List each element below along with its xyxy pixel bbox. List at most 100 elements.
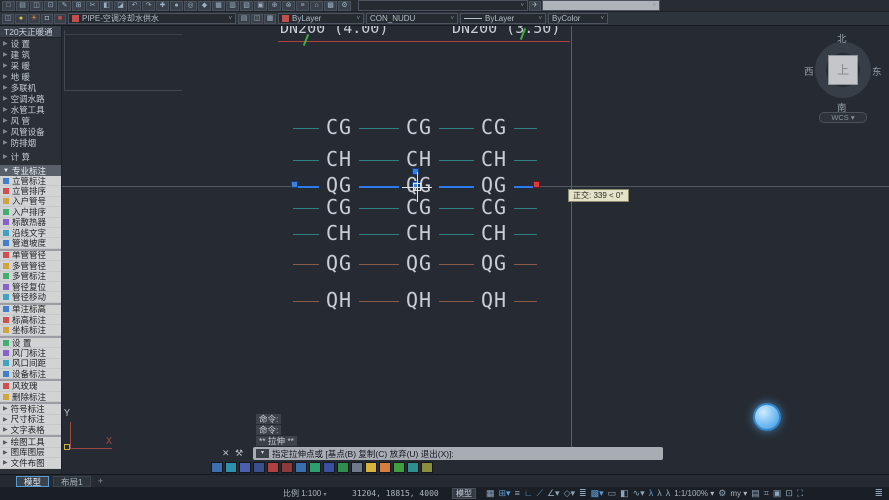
pipe-row[interactable]: CHCHCH: [293, 223, 537, 245]
layer-properties-icon[interactable]: ◫: [2, 14, 14, 24]
profile-menu[interactable]: my ▾: [730, 487, 747, 500]
drawing-canvas[interactable]: DN200 (4.00) DN200 (3.50) CGCGCGCHCHCHQG…: [62, 26, 889, 474]
layer-combo[interactable]: PIPE-空调冷却水供水 ˅: [68, 13, 236, 24]
annotation-scale-icon[interactable]: λ: [666, 487, 671, 500]
docked-tool-icon-15[interactable]: [421, 462, 433, 473]
commandline-customize-icon[interactable]: ⚒: [235, 448, 243, 458]
sidebar-subitem[interactable]: 风口间距: [0, 359, 61, 369]
scale-control[interactable]: 比例 1:100 ▾: [283, 487, 327, 500]
sun-icon[interactable]: ☀: [28, 14, 40, 24]
docked-tool-icon-14[interactable]: [407, 462, 419, 473]
ortho-icon[interactable]: ⟋: [537, 487, 543, 500]
sidebar-item-2[interactable]: ▶采 暖: [0, 60, 61, 71]
layer-states-icon[interactable]: ▦: [264, 14, 276, 24]
transparency-icon[interactable]: ◧: [620, 487, 629, 500]
wcs-dropdown[interactable]: WCS ▾: [819, 112, 867, 123]
pipe-row[interactable]: CGCGCG: [293, 117, 537, 139]
model-space-button[interactable]: 模型: [452, 488, 476, 499]
autoscale-icon[interactable]: λ: [657, 487, 662, 500]
viewcube-west[interactable]: 西: [804, 64, 814, 78]
layer-previous-icon[interactable]: ◫: [251, 14, 263, 24]
sidebar-subitem[interactable]: 多管标注: [0, 272, 61, 282]
sidebar-nav-item[interactable]: ▶文件布图: [0, 458, 61, 468]
zoom-realtime-icon[interactable]: ●: [170, 1, 183, 11]
undo-icon[interactable]: ↶: [128, 1, 141, 11]
lineweight-icon[interactable]: ▭: [608, 487, 617, 500]
docked-tool-icon-7[interactable]: [309, 462, 321, 473]
sidebar-subitem[interactable]: 入户排序: [0, 207, 61, 217]
sidebar-item-9[interactable]: ▶防排烟: [0, 137, 61, 148]
sidebar-item-6[interactable]: ▶水管工具: [0, 104, 61, 115]
viewcube-east[interactable]: 东: [872, 64, 882, 78]
otrack-icon[interactable]: ≣: [579, 487, 587, 500]
sidebar-subitem[interactable]: 立管排序: [0, 186, 61, 196]
sidebar-item-8[interactable]: ▶风管设备: [0, 126, 61, 137]
markup-icon[interactable]: ⊕: [268, 1, 281, 11]
docked-tool-icon-3[interactable]: [253, 462, 265, 473]
bulb-icon[interactable]: ●: [15, 14, 27, 24]
docked-tool-icon-6[interactable]: [295, 462, 307, 473]
pan-icon[interactable]: ✚: [156, 1, 169, 11]
sidebar-item-1[interactable]: ▶建 筑: [0, 49, 61, 60]
sidebar-nav-item[interactable]: ▶尺寸标注: [0, 415, 61, 425]
lineweight-combo[interactable]: ByLayer ˅: [460, 13, 546, 24]
sidebar-subitem[interactable]: 管道坡度: [0, 238, 61, 248]
floating-assistant-button[interactable]: [753, 403, 781, 431]
style-combo[interactable]: ˅: [358, 0, 528, 11]
sidebar-item-7[interactable]: ▶风 管: [0, 115, 61, 126]
docked-tool-icon-4[interactable]: [267, 462, 279, 473]
commandline-close-icon[interactable]: ✕: [222, 448, 230, 458]
paste-icon[interactable]: ◪: [114, 1, 127, 11]
color-combo[interactable]: ByLayer ˅: [278, 13, 364, 24]
sidebar-subitem[interactable]: 标散热器: [0, 218, 61, 228]
zoom-window-icon[interactable]: ◎: [184, 1, 197, 11]
sidebar-subitem[interactable]: 管径移动: [0, 292, 61, 302]
grip-hot-endpoint-right[interactable]: [533, 181, 540, 188]
properties-icon[interactable]: ▦: [212, 1, 225, 11]
pipe-row[interactable]: QHQHQH: [293, 290, 537, 312]
sidebar-subitem[interactable]: 沿线文字: [0, 228, 61, 238]
fullscreen-icon[interactable]: ⛶: [797, 487, 803, 500]
sidebar-subitem[interactable]: 入户管号: [0, 197, 61, 207]
linetype-combo[interactable]: CON_NUDU ˅: [366, 13, 458, 24]
sidebar-nav-item[interactable]: ▶图库图层: [0, 448, 61, 458]
options-icon[interactable]: ⚙: [338, 1, 351, 11]
layer-color-icon[interactable]: ■: [54, 14, 66, 24]
docked-tool-icon-13[interactable]: [393, 462, 405, 473]
units-icon[interactable]: ⌗: [764, 487, 769, 500]
selection-cycling-icon[interactable]: ∿▾: [633, 487, 645, 500]
isolate-icon[interactable]: ⊡: [785, 487, 793, 500]
sidebar-subitem[interactable]: 标高标注: [0, 315, 61, 325]
command-line[interactable]: ▾ 指定拉伸点或 [基点(B) 复制(C) 放弃(U) 退出(X)]:: [253, 447, 663, 460]
pipe-row[interactable]: QGQGQG: [293, 253, 537, 275]
annotation-scale-value[interactable]: 1:1/100% ▾: [674, 487, 714, 500]
tab-layout1[interactable]: 布局1: [53, 476, 91, 487]
sidebar-section-annotation[interactable]: ▼专业标注: [0, 165, 61, 176]
sidebar-subitem[interactable]: 风玫瑰: [0, 381, 61, 391]
grip-endpoint-left[interactable]: [291, 181, 298, 188]
docked-tool-icon-10[interactable]: [351, 462, 363, 473]
sidebar-subitem[interactable]: 单管管径: [0, 251, 61, 261]
sidebar-nav-item[interactable]: ▶绘图工具: [0, 437, 61, 447]
docked-tool-icon-12[interactable]: [379, 462, 391, 473]
infer-icon[interactable]: ≡: [515, 487, 520, 500]
sidebar-subitem[interactable]: 多管管径: [0, 261, 61, 271]
docked-tool-icon-5[interactable]: [281, 462, 293, 473]
sidebar-subitem[interactable]: 设备标注: [0, 369, 61, 379]
sidebar-subitem[interactable]: 管径复位: [0, 282, 61, 292]
settings-gear-icon[interactable]: ⚙: [718, 487, 726, 500]
command-flyout-icon[interactable]: ▾: [256, 449, 269, 458]
command-prompt[interactable]: 指定拉伸点或 [基点(B) 复制(C) 放弃(U) 退出(X)]:: [272, 448, 454, 460]
copy-icon[interactable]: ◧: [100, 1, 113, 11]
sidebar-subitem[interactable]: 坐标标注: [0, 325, 61, 335]
osnap-icon[interactable]: ▩▾: [591, 487, 604, 500]
customize-menu-icon[interactable]: ≣: [875, 487, 883, 500]
designcenter-icon[interactable]: ▥: [226, 1, 239, 11]
sidebar-item-4[interactable]: ▶多联机: [0, 82, 61, 93]
quick-properties-icon[interactable]: ▣: [773, 487, 782, 500]
sidebar-subitem[interactable]: 设 置: [0, 338, 61, 348]
docked-tool-icon-8[interactable]: [323, 462, 335, 473]
viewcube-north[interactable]: 北: [837, 31, 847, 45]
annotation-vis-icon[interactable]: λ: [649, 487, 654, 500]
publish-icon[interactable]: ⊞: [72, 1, 85, 11]
